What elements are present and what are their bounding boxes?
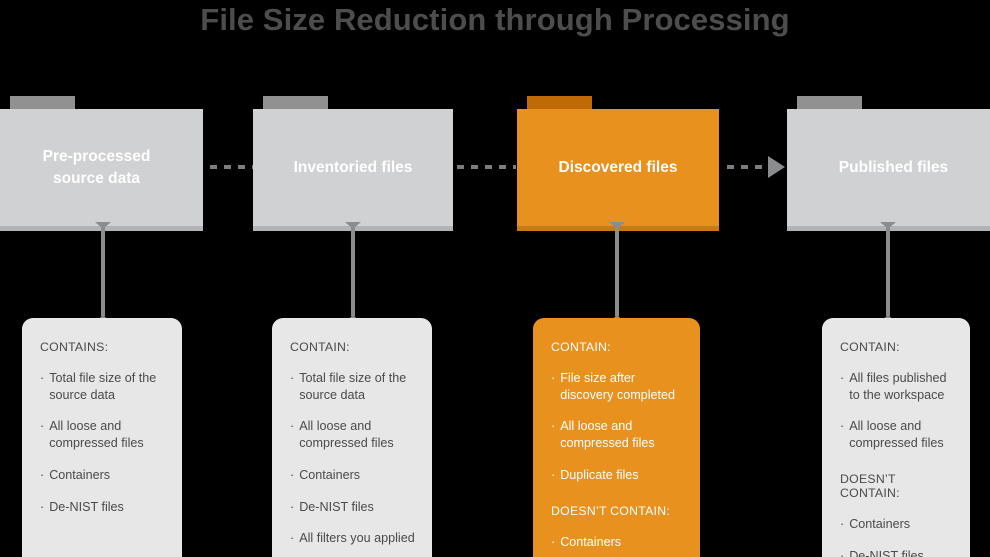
folder-tab-icon [10, 96, 75, 110]
folder-tab-icon [263, 96, 328, 110]
card-doesnt-contain-list: · Containers · De-NIST files [551, 534, 684, 557]
folder-label-line1: Discovered files [558, 158, 678, 176]
folder-label: Inventoried files [286, 157, 421, 179]
list-item: · All loose and compressed files [551, 419, 655, 451]
bullet-dot-icon: · [40, 419, 45, 434]
folder-tab-icon [797, 96, 862, 110]
list-item: · Total file size of the source data [290, 371, 407, 402]
folder-label-line1: Published files [838, 158, 949, 176]
list-item: · All loose and compressed files [290, 419, 394, 451]
arrowhead-icon [768, 156, 785, 178]
card-heading-contains: CONTAIN: [290, 340, 350, 354]
bullet-dot-icon: · [40, 499, 45, 514]
flow-arrow-3-to-4 [727, 165, 770, 169]
bullet-dot-icon: · [290, 467, 295, 482]
card-contains-list: · Total file size of the source data · A… [40, 370, 166, 515]
folder-body: Discovered files [517, 109, 719, 226]
pin-stem [886, 228, 890, 316]
bullet-dot-icon: · [290, 371, 295, 385]
list-item: · All loose and compressed files [840, 419, 944, 451]
card-heading-contains: CONTAIN: [840, 340, 900, 354]
folder-label-line1: Inventoried files [293, 158, 413, 176]
card-heading-doesnt-contain: DOESN’T CONTAIN: [840, 471, 900, 500]
bullet-dot-icon: · [551, 419, 556, 434]
pin-stem [351, 228, 355, 316]
folder-label: Published files [831, 157, 956, 179]
list-item: · De-NIST files [840, 548, 954, 557]
diagram-canvas: File Size Reduction through Processing P… [0, 0, 990, 557]
bullet-dot-icon: · [40, 371, 45, 385]
bullet-dot-icon: · [840, 548, 845, 557]
flow-arrow-2-to-3 [457, 165, 516, 169]
info-card-pre-processed-source-data[interactable]: CONTAINS: · Total file size of the sourc… [22, 318, 182, 557]
list-item: · Containers [551, 534, 622, 549]
list-item: · All filters you applied [290, 531, 415, 546]
bullet-dot-icon: · [290, 531, 295, 546]
folder-tab-icon [527, 96, 592, 110]
info-card-published-files[interactable]: CONTAIN: · All files published to the wo… [822, 318, 970, 557]
connector-pin-1 [95, 222, 111, 322]
folder-body: Pre-processed source data [0, 109, 203, 226]
bullet-dot-icon: · [840, 516, 845, 531]
card-heading-doesnt-contain: DOESN’T CONTAIN: [551, 503, 671, 518]
pin-stem [101, 228, 105, 316]
list-item: · Total file size of the source data [40, 371, 157, 402]
folder-body: Inventoried files [253, 109, 453, 226]
bullet-dot-icon: · [40, 467, 45, 482]
bullet-dot-icon: · [290, 499, 295, 514]
card-contains-list: · Total file size of the source data · A… [290, 370, 416, 547]
bullet-dot-icon: · [290, 419, 295, 434]
folder-label: Pre-processed source data [35, 146, 159, 190]
connector-pin-3 [609, 222, 625, 322]
bullet-dot-icon: · [840, 419, 845, 434]
pin-stem [615, 228, 619, 316]
list-item: · Containers [290, 467, 361, 482]
card-contains-list: · File size after discovery completed · … [551, 370, 684, 484]
info-card-inventoried-files[interactable]: CONTAIN: · Total file size of the source… [272, 318, 432, 557]
list-item: · Duplicate files [551, 467, 639, 482]
bullet-dot-icon: · [551, 467, 556, 482]
list-item: · Containers [840, 516, 911, 531]
card-contains-list: · All files published to the workspace ·… [840, 370, 954, 452]
connector-pin-4 [880, 222, 896, 322]
list-item: · Containers [40, 467, 111, 482]
card-doesnt-contain-list: · Containers · De-NIST files · Duplicate… [840, 516, 954, 557]
flow-arrow-1-to-2 [210, 165, 253, 169]
folder-label: Discovered files [551, 157, 686, 179]
page-title: File Size Reduction through Processing [200, 2, 790, 37]
folder-body: Published files [787, 109, 990, 226]
folder-label-line2: source data [52, 169, 140, 187]
info-card-discovered-files[interactable]: CONTAIN: · File size after discovery com… [533, 318, 700, 557]
list-item: · File size after discovery completed [551, 371, 675, 402]
card-heading-contains: CONTAIN: [551, 340, 611, 354]
bullet-dot-icon: · [551, 371, 556, 385]
list-item: · All loose and compressed files [40, 419, 144, 451]
connector-pin-2 [345, 222, 361, 322]
list-item: · De-NIST files [40, 499, 124, 514]
folder-label-line1: Pre-processed [42, 147, 151, 165]
card-heading-contains: CONTAINS: [40, 340, 109, 354]
bullet-dot-icon: · [840, 371, 845, 385]
list-item: · De-NIST files [290, 499, 374, 514]
list-item: · All files published to the workspace [840, 371, 947, 402]
bullet-dot-icon: · [551, 534, 556, 549]
